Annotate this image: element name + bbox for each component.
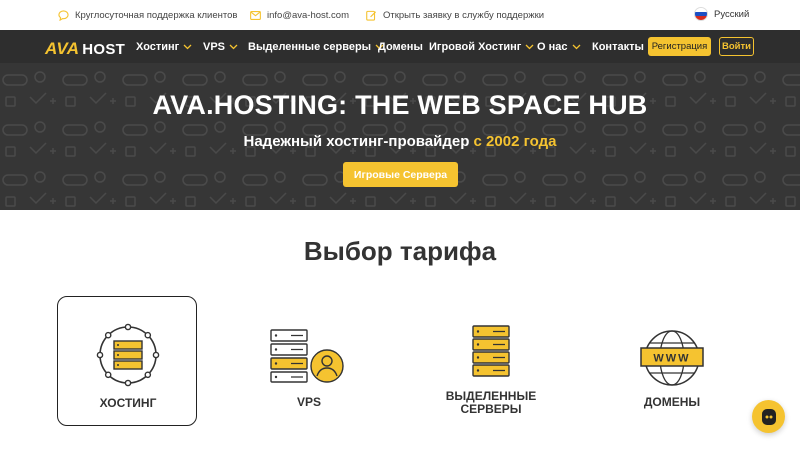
language-label: Русский (714, 8, 750, 20)
logo[interactable]: AVA HOST (45, 39, 125, 59)
login-button[interactable]: Войти (719, 37, 754, 56)
chevron-down-icon (525, 44, 534, 50)
chat-widget-button[interactable] (752, 400, 785, 433)
tariff-card-hosting[interactable]: ХОСТИНГ (57, 296, 197, 426)
language-selector[interactable]: Русский (694, 7, 749, 21)
envelope-icon (250, 10, 261, 20)
chat-bubble-icon (58, 9, 69, 21)
nav-item-about[interactable]: О нас (537, 40, 581, 54)
tariff-label: ХОСТИНГ (99, 396, 157, 410)
chevron-down-icon (229, 44, 238, 50)
nav-label: Контакты (592, 41, 644, 53)
support-info: Круглосуточная поддержка клиентов (58, 8, 237, 22)
nav-label: О нас (537, 41, 568, 53)
tariff-label: ДОМЕНЫ (643, 395, 701, 409)
nav-item-hosting[interactable]: Хостинг (136, 40, 192, 54)
email-text: info@ava-host.com (267, 9, 349, 21)
nav-label: Игровой Хостинг (429, 41, 522, 53)
nav-item-game-hosting[interactable]: Игровой Хостинг (429, 40, 534, 54)
hero-banner: AVA.HOSTING: THE WEB SPACE HUB Надежный … (0, 63, 800, 210)
russia-flag-icon (694, 7, 708, 21)
hero-subtitle: Надежный хостинг-провайдер с 2002 года (0, 133, 800, 150)
tariff-label: ВЫДЕЛЕННЫЕ СЕРВЕРЫ (445, 389, 537, 416)
nav-label: Выделенные серверы (248, 41, 372, 53)
email-link[interactable]: info@ava-host.com (250, 8, 349, 22)
hosting-icon (58, 323, 198, 387)
nav-item-contacts[interactable]: Контакты (592, 40, 644, 54)
top-bar: Круглосуточная поддержка клиентов info@a… (0, 0, 800, 30)
tariffs-title: Выбор тарифа (303, 236, 497, 266)
chevron-down-icon (572, 44, 580, 50)
svg-text:WWW: WWW (653, 353, 690, 365)
game-servers-button[interactable]: Игровые Сервера (343, 162, 458, 187)
logo-ava: AVA (45, 39, 80, 58)
nav-item-dedicated[interactable]: Выделенные серверы (248, 40, 384, 54)
tariff-card-dedicated[interactable]: ВЫДЕЛЕННЫЕ СЕРВЕРЫ (421, 296, 561, 426)
hero-subtitle-accent: с 2002 года (473, 133, 557, 150)
nav-label: VPS (203, 41, 226, 53)
logo-host: HOST (82, 40, 126, 58)
vps-icon (239, 328, 379, 384)
domain-globe-icon: WWW (602, 328, 742, 388)
register-button[interactable]: Регистрация (648, 37, 711, 56)
tariff-card-domains[interactable]: WWW ДОМЕНЫ (602, 296, 742, 426)
tariff-card-vps[interactable]: VPS (239, 296, 379, 426)
edit-note-icon (366, 10, 377, 21)
nav-label: Домены (378, 41, 423, 53)
chat-bubble-icon (761, 408, 776, 425)
nav-item-domains[interactable]: Домены (378, 40, 423, 54)
tariff-label: VPS (296, 395, 321, 409)
nav-item-vps[interactable]: VPS (203, 40, 238, 54)
dedicated-server-icon (421, 324, 561, 380)
chevron-down-icon (183, 44, 192, 50)
nav-label: Хостинг (136, 41, 180, 53)
support-text: Круглосуточная поддержка клиентов (75, 9, 238, 21)
open-ticket-link[interactable]: Открыть заявку в службу поддержки (366, 8, 544, 22)
ticket-text: Открыть заявку в службу поддержки (383, 9, 545, 21)
hero-subtitle-main: Надежный хостинг-провайдер (243, 133, 474, 150)
hero-title: AVA.HOSTING: THE WEB SPACE HUB (152, 90, 648, 120)
